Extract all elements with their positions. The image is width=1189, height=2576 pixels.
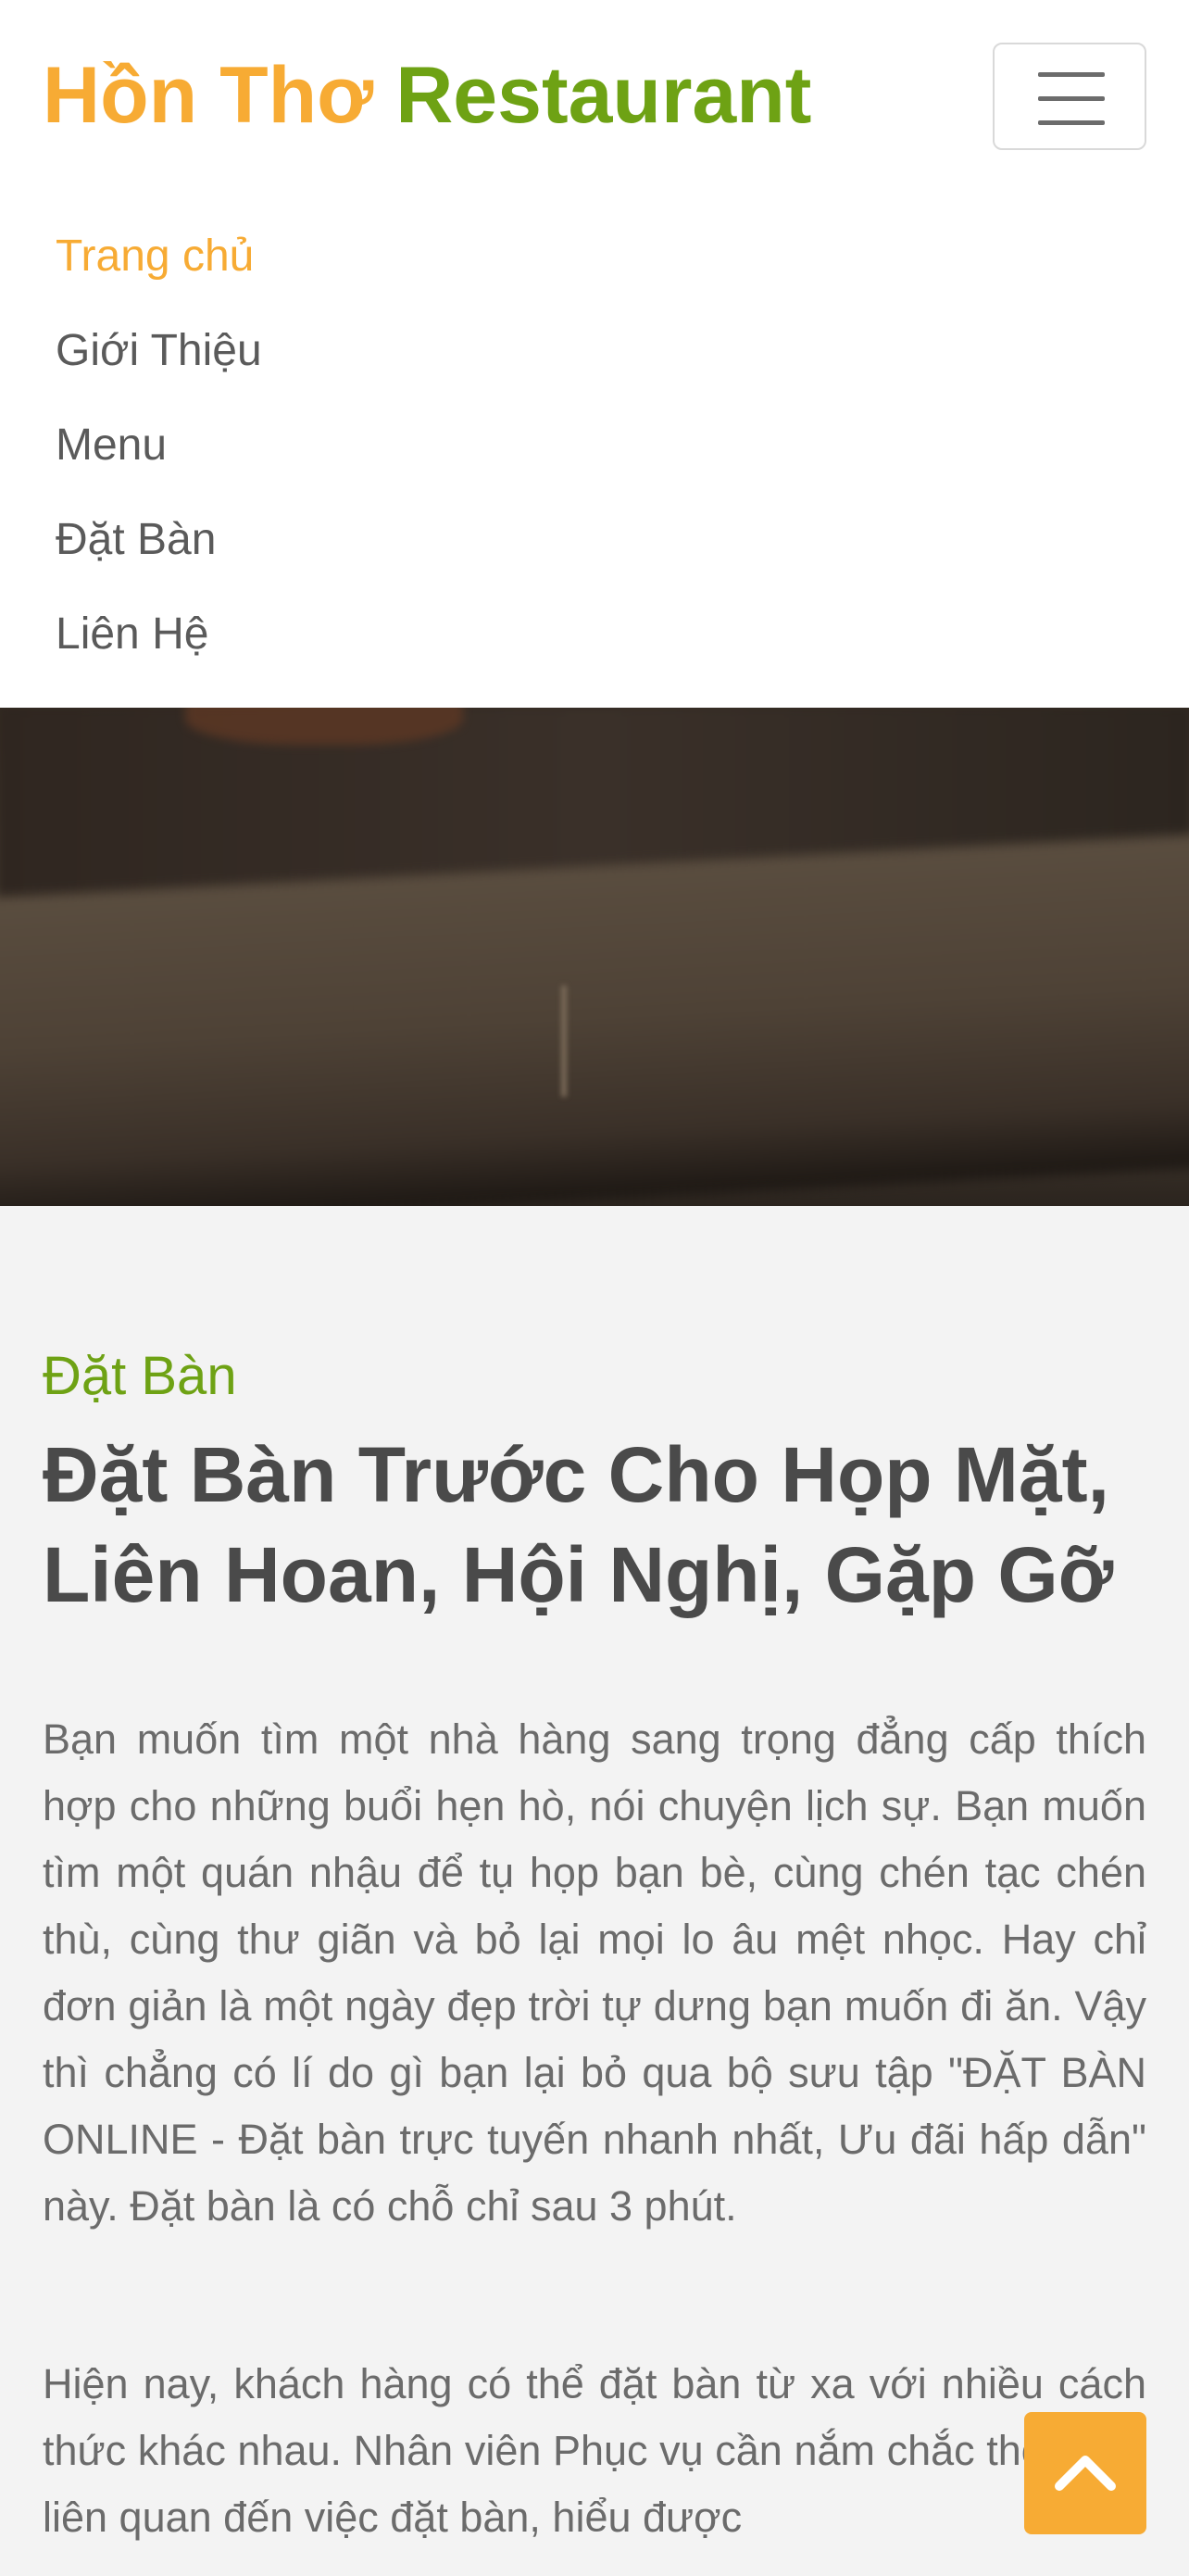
section-paragraph: Hiện nay, khách hàng có thể đặt bàn từ x… (43, 2360, 1146, 2541)
nav-item-about[interactable]: Giới Thiệu (56, 304, 262, 398)
section-paragraph: Bạn muốn tìm một nhà hàng sang trọng đẳn… (43, 1715, 1146, 2230)
navbar: Hồn Thơ Restaurant Trang chủ Giới Thiệu … (0, 0, 1189, 708)
brand-name-part1: Hồn Thơ (43, 51, 374, 140)
back-to-top-button[interactable] (1024, 2412, 1146, 2534)
section-eyebrow: Đặt Bàn (43, 1346, 237, 1406)
navbar-toggle-button[interactable] (993, 43, 1146, 150)
brand-logo[interactable]: Hồn Thơ Restaurant (43, 44, 811, 146)
nav-item-contact[interactable]: Liên Hệ (56, 587, 262, 682)
hero-image (0, 708, 1189, 1206)
brand-name-part2: Restaurant (395, 51, 812, 140)
booking-section: Đặt Bàn Đặt Bàn Trước Cho Họp Mặt, Liên … (0, 1206, 1189, 2576)
nav-item-home[interactable]: Trang chủ (56, 209, 262, 304)
section-heading: Đặt Bàn Trước Cho Họp Mặt, Liên Hoan, Hộ… (43, 1431, 1114, 1618)
chevron-up-icon (1055, 2456, 1116, 2491)
nav-menu: Trang chủ Giới Thiệu Menu Đặt Bàn Liên H… (56, 209, 262, 682)
nav-item-booking[interactable]: Đặt Bàn (56, 493, 262, 587)
nav-item-menu[interactable]: Menu (56, 398, 262, 493)
